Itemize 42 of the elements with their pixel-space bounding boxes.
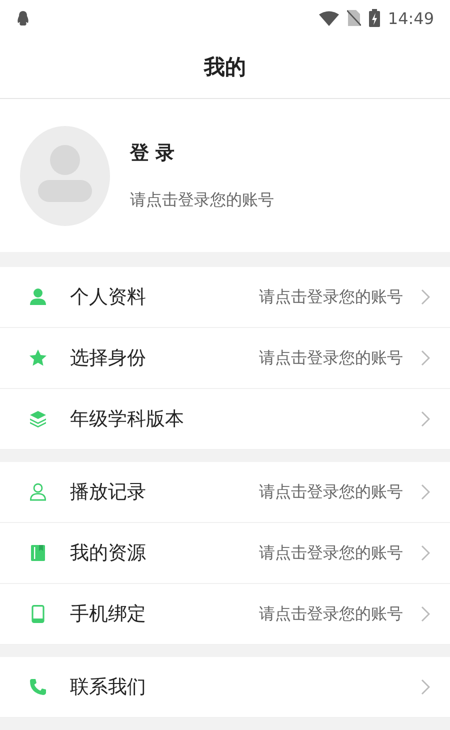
menu-label: 手机绑定	[70, 602, 147, 627]
menu-label: 联系我们	[70, 675, 147, 700]
menu-item[interactable]: 我的资源 请点击登录您的账号	[0, 523, 450, 584]
person-icon	[29, 288, 47, 306]
chevron-right-icon	[421, 679, 430, 695]
menu-item[interactable]: 年级学科版本	[0, 389, 450, 450]
menu-item[interactable]: 选择身份 请点击登录您的账号	[0, 328, 450, 389]
page-title: 我的	[204, 54, 246, 81]
book-icon	[29, 544, 47, 562]
chevron-right-icon	[421, 289, 430, 305]
menu-label: 年级学科版本	[70, 407, 185, 432]
avatar-placeholder-icon	[20, 126, 110, 226]
phone-handset-icon	[29, 678, 47, 696]
chevron-right-icon	[421, 484, 430, 500]
login-link[interactable]: 登 录	[130, 140, 274, 166]
menu-label: 选择身份	[70, 346, 147, 371]
status-time: 14:49	[388, 8, 434, 28]
battery-charging-icon	[368, 9, 380, 27]
menu-label: 播放记录	[70, 480, 147, 505]
menu-value: 请点击登录您的账号	[259, 482, 403, 502]
menu-label: 个人资料	[70, 285, 147, 310]
chevron-right-icon	[421, 545, 430, 561]
person-outline-icon	[29, 483, 47, 501]
star-icon	[29, 349, 47, 367]
layers-icon	[29, 410, 47, 428]
chevron-right-icon	[421, 606, 430, 622]
chevron-right-icon	[421, 411, 430, 427]
chevron-right-icon	[421, 350, 430, 366]
wifi-icon	[318, 10, 339, 26]
menu-item[interactable]: 个人资料 请点击登录您的账号	[0, 267, 450, 328]
menu-value: 请点击登录您的账号	[259, 286, 403, 308]
login-hint: 请点击登录您的账号	[130, 190, 274, 211]
menu-label: 我的资源	[70, 541, 147, 566]
no-sim-icon	[346, 10, 361, 26]
menu-value: 请点击登录您的账号	[259, 604, 403, 624]
phone-icon	[29, 605, 47, 623]
menu-value: 请点击登录您的账号	[259, 348, 403, 368]
menu-item[interactable]: 播放记录 请点击登录您的账号	[0, 462, 450, 523]
menu-value: 请点击登录您的账号	[259, 542, 403, 564]
menu-item[interactable]: 联系我们	[0, 657, 450, 718]
menu-item[interactable]: 手机绑定 请点击登录您的账号	[0, 584, 450, 645]
penguin-icon	[17, 10, 29, 26]
